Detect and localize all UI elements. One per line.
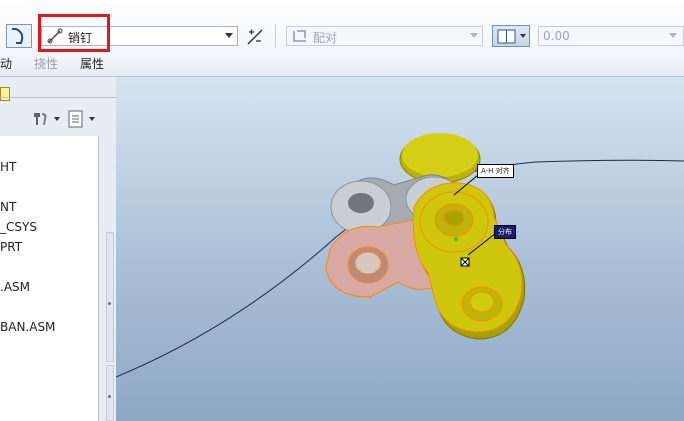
tab-flexibility[interactable]: 挠性	[34, 55, 58, 72]
graphics-viewport[interactable]: A-H 对齐 分布	[116, 77, 684, 421]
show-list-icon[interactable]	[66, 109, 86, 129]
tab-properties[interactable]: 属性	[80, 55, 104, 72]
offset-type-value: 配对	[313, 31, 338, 45]
chevron-down-icon	[225, 33, 233, 38]
connection-icon	[12, 28, 24, 44]
panel-splitter-lower[interactable]	[106, 365, 114, 421]
chevron-down-icon	[669, 33, 677, 38]
chevron-down-icon	[520, 34, 526, 38]
splitter-grip-icon	[108, 302, 111, 305]
dashboard-tabs: 动 挠性 属性	[0, 52, 684, 77]
settings-tools-icon[interactable]	[30, 109, 54, 129]
tree-item[interactable]: _CSYS	[0, 220, 37, 234]
offset-type-select[interactable]: 配对	[286, 26, 483, 46]
tab-move[interactable]: 动	[0, 55, 12, 72]
chain-link-model[interactable]	[116, 77, 684, 421]
tree-item[interactable]: PRT	[0, 240, 22, 254]
chevron-down-icon[interactable]	[89, 117, 95, 121]
panel-splitter[interactable]	[106, 232, 114, 362]
tree-item[interactable]: HT	[0, 160, 16, 174]
chevron-down-icon[interactable]	[54, 117, 60, 121]
offset-value: 0.00	[543, 29, 570, 43]
tree-item[interactable]: .ASM	[0, 280, 30, 294]
connection-icon-button[interactable]	[6, 24, 32, 48]
tree-item[interactable]: NT	[0, 200, 16, 214]
annotation-highlight-box	[38, 14, 110, 52]
offset-toggle-button[interactable]	[492, 25, 530, 47]
model-tree: HT NT _CSYS PRT .ASM BAN.ASM	[0, 136, 99, 421]
splitter-grip-icon	[108, 395, 111, 398]
constraint-label-distance[interactable]: 分布	[494, 225, 516, 239]
tree-item[interactable]: BAN.ASM	[0, 320, 55, 334]
mate-icon	[293, 30, 306, 42]
constraint-label-align[interactable]: A-H 对齐	[477, 164, 514, 178]
folder-tab-icon	[0, 87, 10, 101]
flip-constraint-icon[interactable]	[245, 27, 265, 47]
chevron-down-icon	[470, 33, 478, 38]
offset-value-input[interactable]: 0.00	[538, 26, 684, 46]
offset-display-icon	[497, 29, 516, 44]
